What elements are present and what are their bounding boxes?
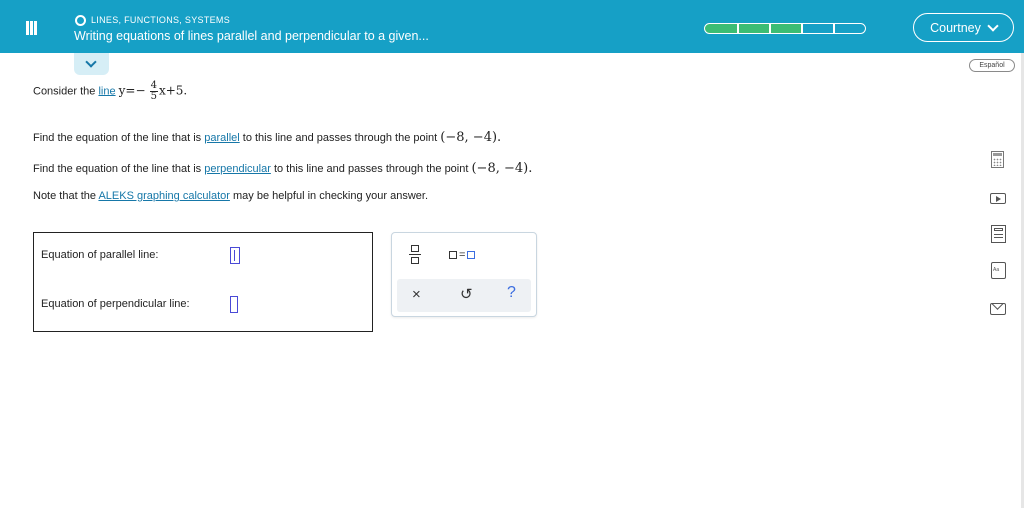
question-perpendicular-line: Find the equation of the line that is pe… — [33, 161, 532, 176]
equal-sign: = — [459, 249, 466, 261]
equation-sign: − — [135, 83, 146, 98]
question-note-line: Note that the ALEKS graphing calculator … — [33, 190, 428, 202]
point-coordinates: (−8, −4). — [440, 130, 502, 145]
math-toolbar: = × ↺ ? — [391, 232, 537, 317]
calculator-icon[interactable] — [989, 151, 1007, 169]
point-coordinates: (−8, −4). — [471, 161, 533, 176]
fraction-denominator: 5 — [150, 91, 157, 102]
question-equation-line: Consider the line y=− 4 5 x+5. — [33, 81, 187, 102]
topic-line: LINES, FUNCTIONS, SYSTEMS — [75, 13, 230, 27]
perpendicular-equation-label: Equation of perpendicular line: — [41, 298, 190, 310]
question-text: to this line and passes through the poin… — [242, 132, 438, 144]
box-icon — [467, 251, 476, 259]
parallel-link[interactable]: parallel — [204, 132, 239, 144]
textbook-icon[interactable] — [989, 225, 1007, 243]
equation-rest: x+5. — [158, 83, 188, 98]
undo-button[interactable]: ↺ — [460, 285, 473, 303]
mail-icon[interactable] — [989, 300, 1007, 318]
perpendicular-equation-input[interactable] — [230, 296, 238, 313]
graphing-calculator-link[interactable]: ALEKS graphing calculator — [98, 190, 229, 202]
progress-segment — [834, 23, 866, 34]
box-icon — [449, 251, 457, 259]
question-text: to this line and passes through the poin… — [273, 163, 469, 175]
fraction-bar-icon — [409, 254, 421, 255]
topic-label: LINES, FUNCTIONS, SYSTEMS — [91, 15, 231, 25]
topic-circle-icon — [75, 14, 86, 26]
dictionary-icon[interactable]: Aa — [989, 262, 1007, 280]
progress-segment — [738, 23, 770, 34]
progress-segment — [770, 23, 802, 34]
question-text: may be helpful in checking your answer. — [232, 190, 429, 202]
progress-segment — [704, 23, 738, 34]
dictionary-icon-text: Aa — [993, 267, 1000, 273]
clear-button[interactable]: × — [412, 286, 421, 303]
chevron-down-icon — [987, 19, 999, 32]
progress-segment — [802, 23, 834, 34]
perpendicular-link[interactable]: perpendicular — [204, 163, 271, 175]
slope-fraction: 45 — [149, 81, 158, 102]
line-link[interactable]: line — [98, 85, 115, 97]
equation-lhs: y= — [118, 83, 136, 98]
equation-tool-button[interactable]: = — [449, 249, 476, 261]
fraction-tool-button[interactable] — [409, 244, 421, 266]
answer-box: Equation of parallel line: Equation of p… — [33, 232, 373, 332]
help-button[interactable]: ? — [507, 284, 516, 302]
parallel-equation-input[interactable] — [230, 247, 240, 264]
video-icon[interactable] — [989, 190, 1007, 208]
progress-bar — [704, 23, 866, 34]
page-title: Writing equations of lines parallel and … — [74, 29, 429, 43]
menu-icon[interactable] — [17, 17, 53, 39]
fraction-box-icon — [411, 245, 419, 252]
toolbar-actions: × ↺ ? — [397, 279, 531, 312]
top-header: LINES, FUNCTIONS, SYSTEMS Writing equati… — [0, 0, 1024, 53]
question-text: Find the equation of the line that is — [33, 132, 202, 144]
language-toggle-button[interactable]: Español — [969, 59, 1015, 72]
question-text: Find the equation of the line that is — [33, 163, 202, 175]
chevron-down-icon — [85, 56, 97, 68]
question-text: Note that the — [33, 190, 96, 202]
fraction-box-icon — [411, 257, 419, 264]
question-text: Consider the — [33, 85, 96, 98]
parallel-equation-label: Equation of parallel line: — [41, 249, 159, 261]
user-name: Courtney — [930, 20, 981, 35]
question-parallel-line: Find the equation of the line that is pa… — [33, 130, 501, 145]
collapse-header-button[interactable] — [74, 53, 109, 75]
user-menu-button[interactable]: Courtney — [913, 13, 1014, 42]
